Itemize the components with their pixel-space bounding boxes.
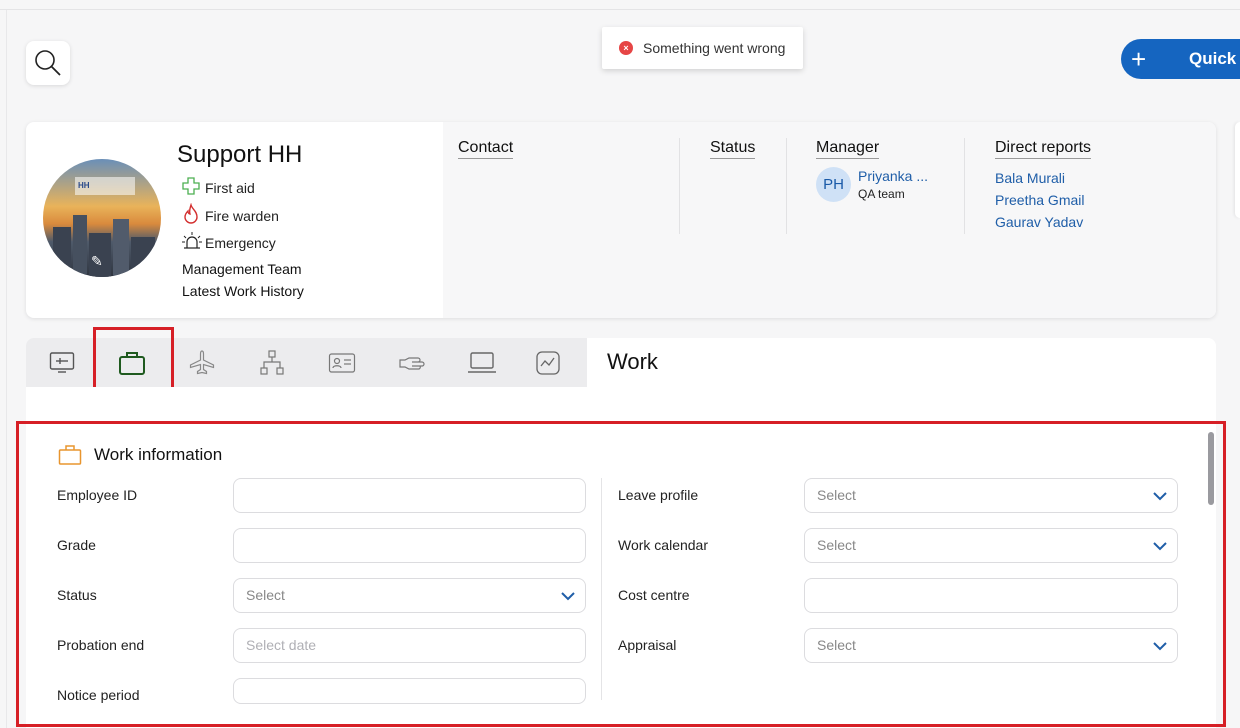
error-toast: × Something went wrong	[602, 27, 803, 69]
badge-emergency: Emergency	[181, 231, 276, 254]
profile-name: Support HH	[177, 141, 303, 168]
column-divider	[964, 138, 965, 234]
plus-icon: +	[1131, 44, 1147, 74]
tab-benefits[interactable]	[397, 348, 427, 378]
flame-icon	[181, 202, 205, 228]
badge-first-aid: First aid	[181, 176, 255, 199]
laptop-icon	[468, 352, 496, 373]
tab-performance[interactable]	[533, 348, 563, 378]
page: × Something went wrong + Quick HH ✎ Supp…	[0, 0, 1240, 728]
monitor-icon	[49, 352, 75, 373]
selected-tab-highlight	[93, 327, 174, 390]
management-team-link[interactable]: Management Team	[182, 261, 302, 277]
avatar-building	[53, 227, 71, 277]
avatar-logo: HH	[75, 177, 135, 195]
latest-work-history-link[interactable]: Latest Work History	[182, 283, 304, 299]
edit-pencil-icon[interactable]: ✎	[91, 253, 103, 270]
profile-card: HH ✎ Support HH First aid Fire warden Em…	[26, 122, 1216, 318]
column-divider	[679, 138, 680, 234]
manager-avatar[interactable]: PH	[816, 167, 851, 202]
avatar-building	[73, 215, 87, 277]
page-title: Work	[607, 349, 658, 374]
badge-label: First aid	[205, 179, 255, 196]
id-card-icon	[328, 353, 356, 373]
search-icon	[35, 50, 61, 76]
tab-dashboard[interactable]	[47, 348, 77, 378]
badge-fire-warden: Fire warden	[181, 202, 279, 228]
avatar-building	[113, 219, 129, 277]
direct-report-link[interactable]: Preetha Gmail	[995, 192, 1084, 208]
direct-reports-heading: Direct reports	[995, 139, 1092, 159]
org-chart-icon	[260, 350, 284, 375]
tab-travel[interactable]	[187, 348, 217, 378]
side-panel-edge	[1235, 122, 1240, 218]
search-button[interactable]	[26, 41, 70, 85]
manager-name-link[interactable]: Priyanka ...	[858, 168, 928, 184]
direct-report-link[interactable]: Bala Murali	[995, 170, 1065, 186]
badge-label: Fire warden	[205, 207, 279, 224]
first-aid-cross-icon	[181, 176, 205, 199]
toast-message: Something went wrong	[643, 40, 786, 56]
badge-label: Emergency	[205, 234, 276, 251]
left-divider	[6, 10, 7, 728]
tab-id-card[interactable]	[327, 348, 357, 378]
tab-devices[interactable]	[467, 348, 497, 378]
top-divider	[0, 9, 1240, 10]
tab-org-chart[interactable]	[257, 348, 287, 378]
status-heading: Status	[710, 139, 756, 159]
column-divider	[786, 138, 787, 234]
chart-icon	[536, 351, 560, 375]
avatar[interactable]: HH ✎	[43, 159, 161, 277]
quick-action-label: Quick	[1189, 49, 1237, 68]
quick-action-button[interactable]: + Quick	[1121, 39, 1240, 79]
manager-heading: Manager	[816, 139, 880, 159]
siren-icon	[181, 231, 205, 254]
highlight-box	[16, 421, 1226, 727]
direct-report-link[interactable]: Gaurav Yadav	[995, 214, 1083, 230]
contact-heading: Contact	[458, 139, 514, 159]
avatar-building	[131, 237, 155, 277]
airplane-icon	[189, 350, 215, 375]
error-icon: ×	[619, 41, 633, 55]
hand-icon	[399, 357, 425, 370]
manager-team: QA team	[858, 187, 905, 201]
